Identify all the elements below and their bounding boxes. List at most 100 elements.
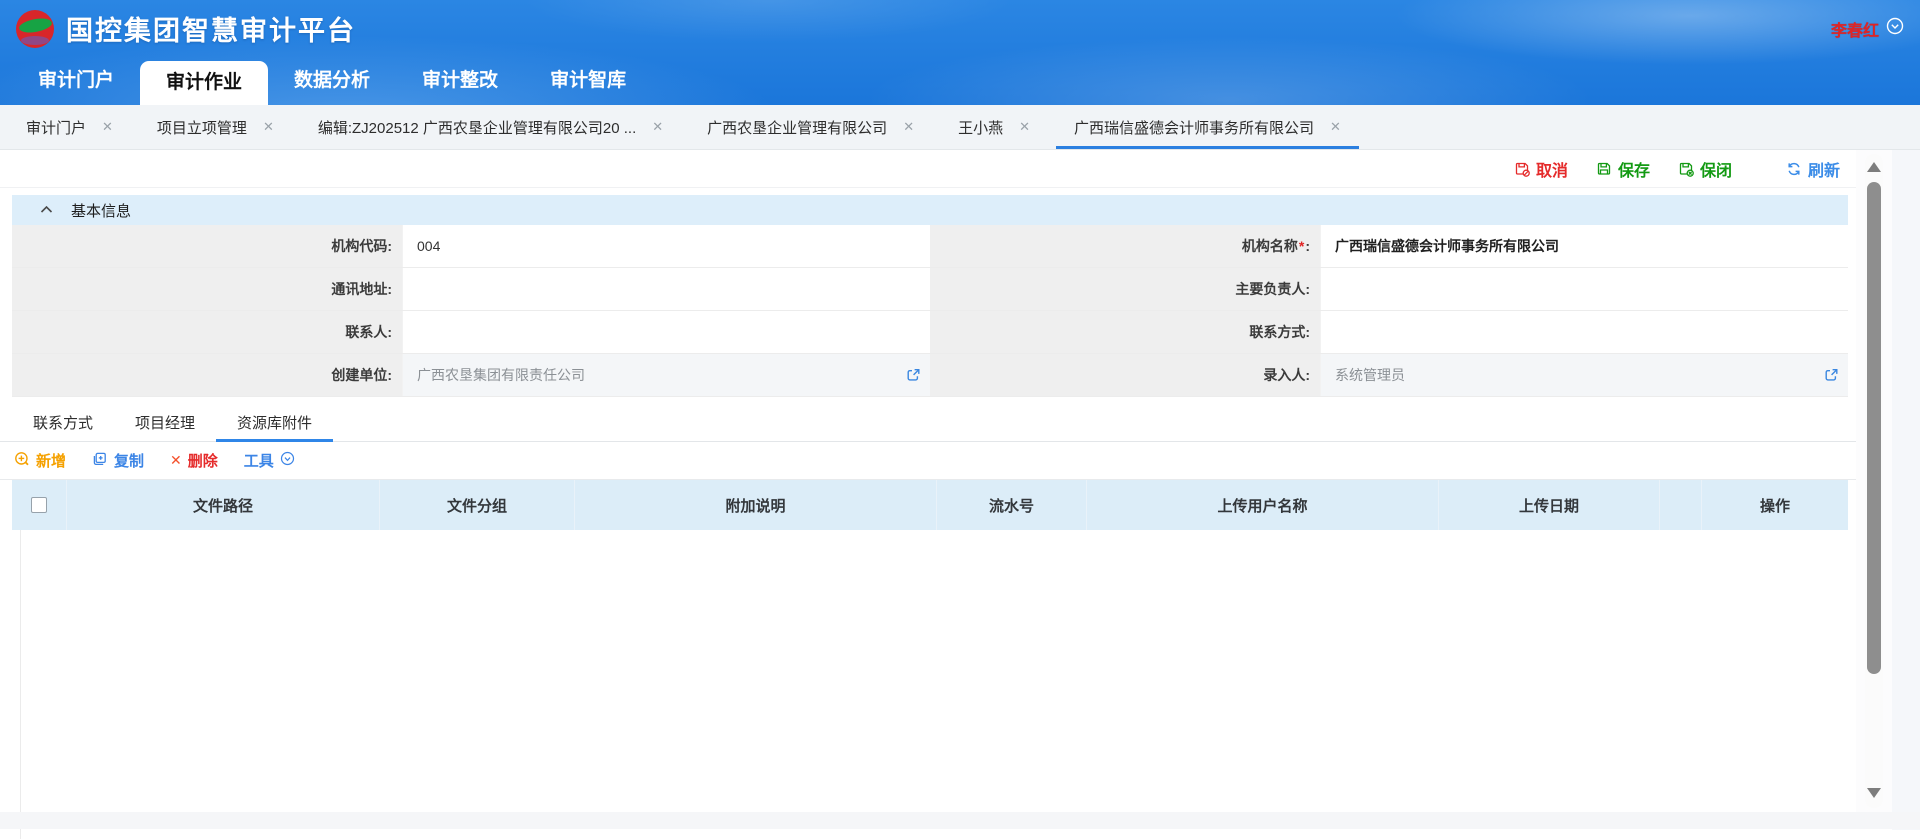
top-banner: 国控集团智慧审计平台 李春红 审计门户审计作业数据分析审计整改审计智库 bbox=[0, 0, 1920, 105]
document-tab-6[interactable]: 广西瑞信盛德会计师事务所有限公司✕ bbox=[1052, 105, 1363, 149]
tab-close-icon[interactable]: ✕ bbox=[903, 119, 914, 135]
scroll-down-arrow-icon[interactable] bbox=[1867, 788, 1881, 798]
tab-close-icon[interactable]: ✕ bbox=[1330, 119, 1341, 135]
field-text: 广西农垦集团有限责任公司 bbox=[417, 365, 585, 385]
open-picker-icon[interactable] bbox=[1824, 368, 1839, 383]
form-field-left: 联系人: bbox=[12, 311, 930, 353]
cancel-button[interactable]: 取消 bbox=[1514, 157, 1568, 181]
field-input[interactable] bbox=[1320, 268, 1848, 310]
basic-info-section-header[interactable]: 基本信息 bbox=[12, 195, 1848, 225]
nav-item-2[interactable]: 审计作业 bbox=[140, 61, 268, 105]
tools-dropdown-button[interactable]: 工具 bbox=[244, 450, 295, 471]
cancel-icon bbox=[1514, 161, 1530, 177]
attachments-table-body bbox=[12, 530, 1848, 839]
tab-close-icon[interactable]: ✕ bbox=[652, 119, 663, 135]
tab-label: 广西农垦企业管理有限公司 bbox=[707, 117, 887, 138]
field-label: 录入人: bbox=[930, 354, 1320, 396]
document-tab-1[interactable]: 审计门户 ✕ bbox=[4, 105, 135, 149]
bottom-strip bbox=[0, 812, 1920, 829]
company-logo-icon bbox=[16, 10, 54, 48]
column-header-5: 上传用户名称 bbox=[1087, 480, 1439, 530]
tab-label: 项目立项管理 bbox=[157, 117, 247, 138]
tab-close-icon[interactable]: ✕ bbox=[1019, 119, 1030, 135]
column-header-6: 上传日期 bbox=[1439, 480, 1660, 530]
delete-button[interactable]: ✕ 删除 bbox=[170, 450, 218, 471]
field-input[interactable] bbox=[1320, 311, 1848, 353]
document-tab-5[interactable]: 王小燕 ✕ bbox=[936, 105, 1052, 149]
form-field-right: 录入人: 系统管理员 bbox=[930, 354, 1848, 396]
tab-label: 审计门户 bbox=[26, 117, 86, 138]
scroll-up-arrow-icon[interactable] bbox=[1867, 162, 1881, 172]
detail-subtabs: 联系方式项目经理资源库附件 bbox=[0, 404, 1856, 442]
column-header-actions: 操作 bbox=[1702, 480, 1848, 530]
nav-item-4[interactable]: 审计整改 bbox=[396, 57, 524, 105]
column-header-4: 流水号 bbox=[937, 480, 1087, 530]
field-value-readonly[interactable]: 广西农垦集团有限责任公司 bbox=[402, 354, 930, 396]
field-label: 机构名称*: bbox=[930, 225, 1320, 267]
document-tab-2[interactable]: 项目立项管理 ✕ bbox=[135, 105, 296, 149]
save-button[interactable]: 保存 bbox=[1596, 157, 1650, 181]
document-tab-4[interactable]: 广西农垦企业管理有限公司 ✕ bbox=[685, 105, 936, 149]
nav-item-3[interactable]: 数据分析 bbox=[268, 57, 396, 105]
main-nav: 审计门户审计作业数据分析审计整改审计智库 bbox=[0, 57, 1920, 105]
chevron-down-circle-icon bbox=[280, 451, 295, 470]
document-tab-bar: 审计门户✕项目立项管理✕编辑:ZJ202512 广西农垦企业管理有限公司20 .… bbox=[0, 105, 1920, 150]
subtab-2[interactable]: 项目经理 bbox=[114, 404, 216, 441]
refresh-button[interactable]: 刷新 bbox=[1786, 157, 1840, 181]
chevron-down-circle-icon[interactable] bbox=[1886, 17, 1904, 40]
refresh-label: 刷新 bbox=[1808, 157, 1840, 181]
field-label: 联系人: bbox=[12, 311, 402, 353]
app-header: 国控集团智慧审计平台 李春红 bbox=[0, 0, 1920, 57]
content-main: 取消 保存 bbox=[0, 150, 1856, 839]
field-value-readonly[interactable]: 系统管理员 bbox=[1320, 354, 1848, 396]
select-all-cell bbox=[12, 480, 67, 530]
right-gutter bbox=[1892, 150, 1920, 830]
field-label: 机构代码: bbox=[12, 225, 402, 267]
copy-label: 复制 bbox=[114, 450, 144, 471]
user-menu[interactable]: 李春红 bbox=[1831, 17, 1904, 41]
refresh-icon bbox=[1786, 161, 1802, 177]
select-all-checkbox[interactable] bbox=[31, 497, 47, 513]
field-input[interactable] bbox=[402, 268, 930, 310]
form-field-right: 机构名称*:广西瑞信盛德会计师事务所有限公司 bbox=[930, 225, 1848, 267]
subtab-1[interactable]: 联系方式 bbox=[12, 404, 114, 441]
field-label: 主要负责人: bbox=[930, 268, 1320, 310]
action-toolbar: 取消 保存 bbox=[0, 150, 1856, 188]
add-label: 新增 bbox=[36, 450, 66, 471]
tools-label: 工具 bbox=[244, 450, 274, 471]
tab-close-icon[interactable]: ✕ bbox=[102, 119, 113, 135]
nav-item-1[interactable]: 审计门户 bbox=[12, 57, 140, 105]
save-close-button[interactable]: 保闭 bbox=[1678, 157, 1732, 181]
section-title: 基本信息 bbox=[71, 200, 131, 221]
field-input[interactable]: 广西瑞信盛德会计师事务所有限公司 bbox=[1320, 225, 1848, 267]
column-header-3: 附加说明 bbox=[575, 480, 937, 530]
open-picker-icon[interactable] bbox=[906, 368, 921, 383]
vertical-scrollbar[interactable] bbox=[1856, 150, 1892, 812]
cancel-label: 取消 bbox=[1536, 157, 1568, 181]
nav-item-5[interactable]: 审计智库 bbox=[524, 57, 652, 105]
app-title: 国控集团智慧审计平台 bbox=[66, 9, 356, 48]
form-row: 创建单位: 广西农垦集团有限责任公司 录入人: 系统管理员 bbox=[12, 354, 1848, 397]
copy-icon bbox=[92, 451, 108, 471]
scrollbar-thumb[interactable] bbox=[1867, 182, 1881, 674]
form-row: 联系人: 联系方式: bbox=[12, 311, 1848, 354]
field-label: 联系方式: bbox=[930, 311, 1320, 353]
user-name: 李春红 bbox=[1831, 17, 1879, 41]
field-label: 创建单位: bbox=[12, 354, 402, 396]
subtab-3[interactable]: 资源库附件 bbox=[216, 404, 333, 441]
header-spacer-cell bbox=[1660, 480, 1702, 530]
save-label: 保存 bbox=[1618, 157, 1650, 181]
field-input[interactable]: 004 bbox=[402, 225, 930, 267]
tab-label: 王小燕 bbox=[958, 117, 1003, 138]
save-icon bbox=[1596, 161, 1612, 177]
attachments-toolbar: 新增 复制 ✕ 删除 工具 bbox=[0, 442, 1856, 480]
save-close-icon bbox=[1678, 161, 1694, 177]
field-input[interactable] bbox=[402, 311, 930, 353]
tab-close-icon[interactable]: ✕ bbox=[263, 119, 274, 135]
save-close-label: 保闭 bbox=[1700, 157, 1732, 181]
add-button[interactable]: 新增 bbox=[14, 450, 66, 471]
field-text: 系统管理员 bbox=[1335, 365, 1405, 385]
document-tab-3[interactable]: 编辑:ZJ202512 广西农垦企业管理有限公司20 ...✕ bbox=[296, 105, 685, 149]
copy-button[interactable]: 复制 bbox=[92, 450, 144, 471]
collapse-chevron-icon[interactable] bbox=[40, 201, 53, 219]
